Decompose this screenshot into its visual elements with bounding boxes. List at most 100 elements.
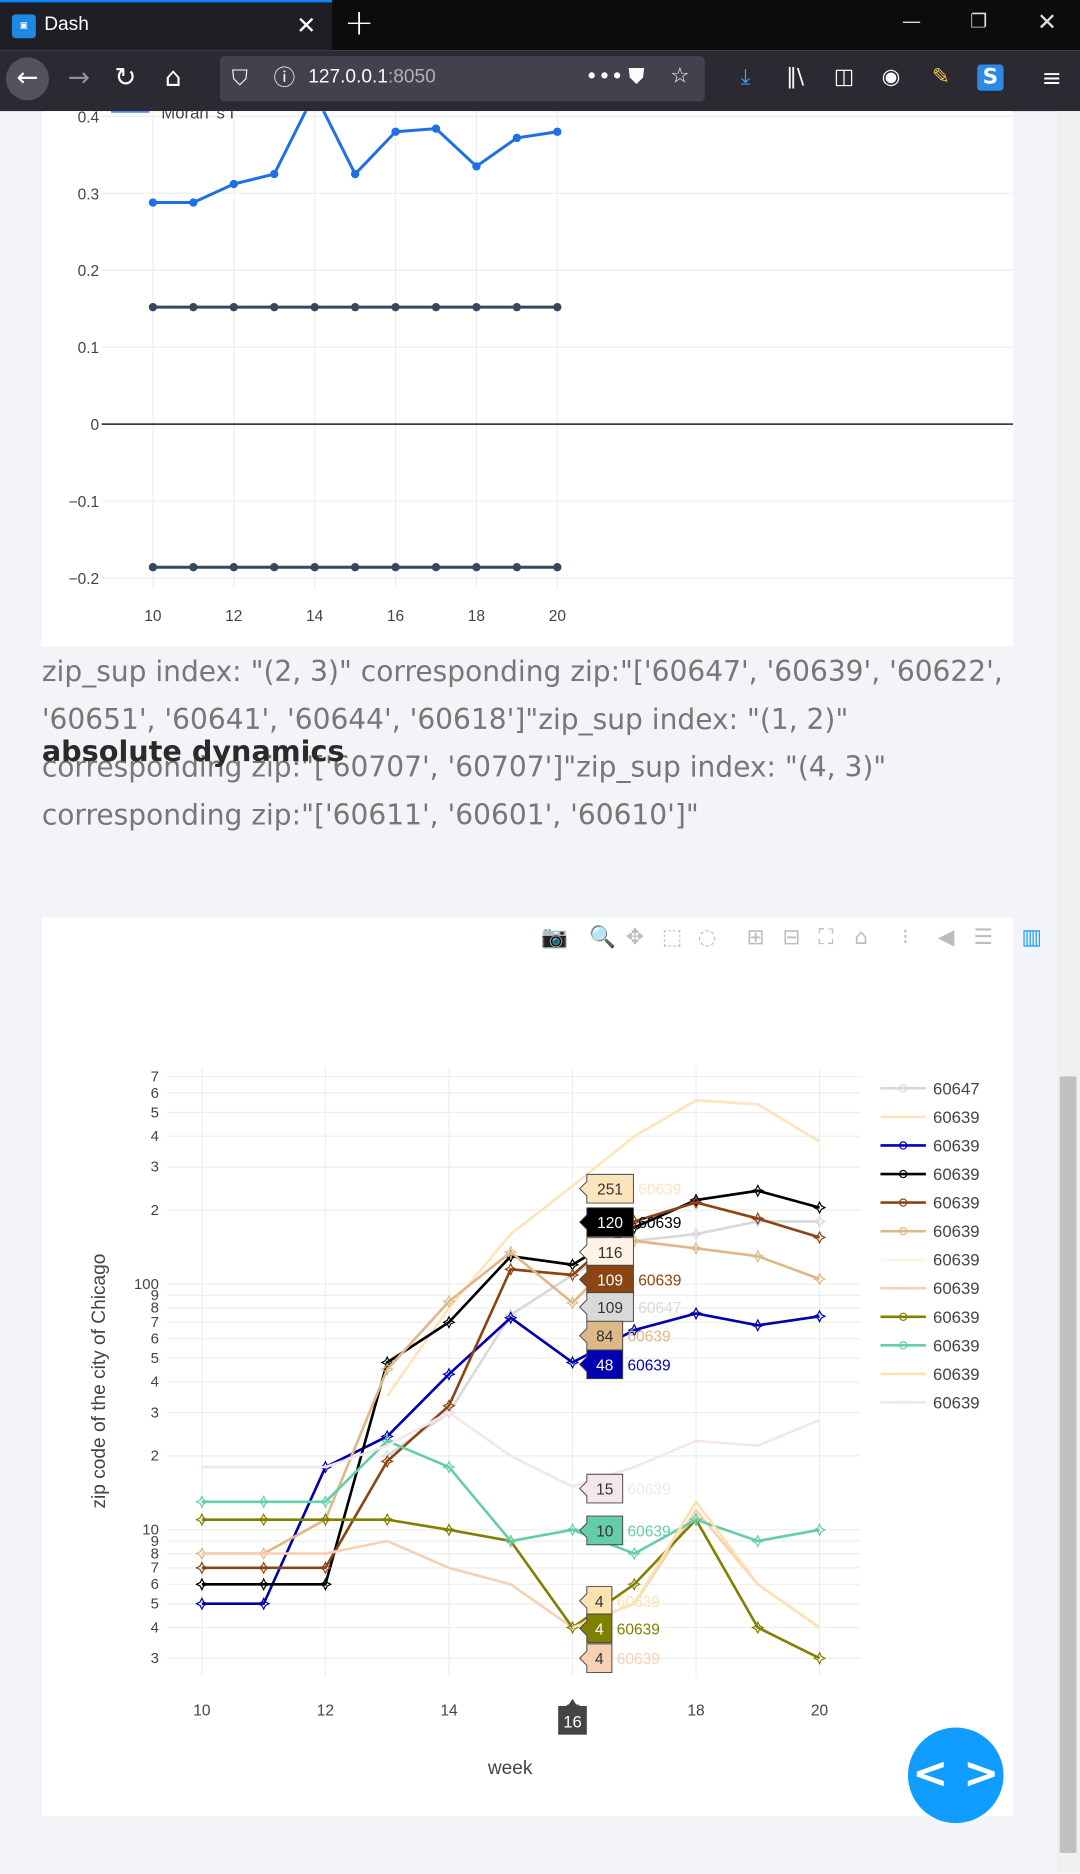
close-tab-icon[interactable]: ✕	[296, 12, 316, 38]
camera-icon[interactable]: 📷	[541, 925, 568, 951]
url-text: 127.0.0.1:8050	[308, 66, 436, 88]
y-tick-label: −0.2	[69, 571, 100, 588]
data-point	[148, 198, 158, 207]
y-tick-label: 2	[151, 1202, 159, 1219]
hover-label: 4 60639	[578, 1613, 660, 1644]
spike-lines-icon[interactable]: ⁝	[902, 925, 909, 951]
zoom-icon[interactable]: 🔍	[589, 925, 616, 951]
data-point	[350, 302, 360, 312]
legend-label: 60639	[933, 1251, 980, 1270]
scroll-thumb[interactable]	[1059, 1076, 1077, 1853]
url-bar[interactable]: ⛉ ⓘ 127.0.0.1:8050 ••• ⛊ ☆	[219, 56, 705, 102]
plotly-logo-icon[interactable]: ▥	[1021, 925, 1041, 951]
hover-label-value: 15	[596, 1482, 613, 1499]
library-icon[interactable]: ‖\	[786, 65, 804, 91]
y-tick-label: 4	[151, 1128, 159, 1145]
series-line	[152, 111, 558, 205]
box-select-icon[interactable]: ⬚	[662, 925, 682, 951]
data-point	[148, 302, 158, 312]
reset-axes-icon[interactable]: ⌂	[854, 925, 868, 951]
y-tick-label: 10	[142, 1522, 159, 1539]
downloads-icon[interactable]: ⤓	[741, 65, 751, 91]
legend-label: Moran' s I	[161, 111, 234, 122]
y-tick-label: 0.3	[78, 186, 100, 203]
tab-title: Dash	[44, 14, 89, 35]
y-tick-label: 100	[134, 1276, 159, 1293]
y-tick-label: 0.2	[78, 263, 100, 280]
data-point	[553, 127, 562, 136]
close-window-icon[interactable]: ✕	[1037, 7, 1057, 36]
shield-icon[interactable]: ⛉	[232, 66, 248, 92]
hover-label-value: 251	[597, 1182, 623, 1199]
y-tick-label: 6	[151, 1330, 159, 1347]
data-point	[350, 563, 360, 572]
page-actions-icon[interactable]: •••	[585, 65, 623, 91]
back-icon[interactable]: ←	[5, 57, 49, 101]
legend-label: 60639	[933, 1336, 980, 1355]
dash-favicon-icon: ▣	[11, 14, 36, 39]
hover-label-name: 60639	[627, 1329, 670, 1346]
hover-label-value: 109	[597, 1300, 623, 1317]
home-icon[interactable]: ⌂	[152, 57, 195, 100]
legend-label: 60639	[933, 1165, 980, 1184]
x-tick-label: 20	[549, 608, 567, 625]
data-point	[472, 563, 481, 572]
hover-label-name: 60639	[638, 1215, 681, 1232]
hover-compare-icon[interactable]: ☰	[974, 925, 993, 951]
x-tick-label: 10	[193, 1703, 211, 1720]
restore-icon[interactable]: ❐	[970, 10, 987, 33]
hover-label-value: 48	[596, 1357, 613, 1374]
moran-chart-card: 0.4 0.3 0.2 0.1 0 −0.1 −0.2 10 12 14 16 18 20 Moran' …	[41, 111, 1014, 647]
data-point	[310, 563, 319, 572]
data-point	[553, 563, 562, 572]
hover-label-name: 60639	[617, 1594, 660, 1611]
sidebar-icon[interactable]: ◫	[834, 65, 854, 91]
minimize-icon[interactable]: —	[902, 10, 921, 33]
data-point	[431, 302, 441, 312]
hover-label-value: 84	[596, 1329, 614, 1346]
data-point	[310, 302, 319, 312]
y-tick-label: 3	[151, 1650, 159, 1667]
data-point	[229, 302, 238, 312]
lasso-icon[interactable]: ◌	[698, 925, 717, 951]
hover-label-value: 120	[597, 1215, 623, 1232]
y-tick-label: 7	[151, 1068, 159, 1085]
scrollbar[interactable]	[1057, 111, 1080, 1874]
data-point	[270, 302, 279, 312]
zoom-in-icon[interactable]: ⊞	[747, 925, 765, 951]
account-icon[interactable]: ◉	[882, 65, 901, 91]
extension-icon[interactable]: ✎	[932, 65, 950, 91]
hover-label-value: 10	[596, 1523, 614, 1540]
x-tick-label: 18	[468, 608, 485, 625]
data-point	[391, 302, 400, 312]
zoom-out-icon[interactable]: ⊟	[783, 925, 801, 951]
hover-label-name: 60647	[638, 1300, 681, 1317]
hover-closest-icon[interactable]: ◀	[938, 925, 955, 951]
menu-icon[interactable]: ≡	[1042, 65, 1062, 91]
data-point	[512, 133, 522, 143]
reload-icon[interactable]: ↻	[104, 57, 147, 100]
bookmark-star-icon[interactable]: ☆	[670, 63, 689, 89]
legend-label: 60647	[933, 1079, 980, 1098]
hover-label-name: 60639	[627, 1357, 670, 1374]
x-tick-label: 10	[144, 608, 162, 625]
info-icon[interactable]: ⓘ	[274, 66, 296, 92]
pocket-icon[interactable]: ⛊	[628, 65, 644, 91]
tab-dash[interactable]: ▣ Dash ✕	[0, 0, 333, 51]
forward-icon[interactable]: →	[57, 57, 100, 100]
new-tab-icon[interactable]: +	[344, 4, 374, 43]
hover-label-name: 60639	[627, 1482, 670, 1499]
y-tick-label: 5	[151, 1596, 159, 1613]
y-tick-label: 5	[151, 1104, 159, 1121]
y-tick-label: −0.1	[69, 494, 100, 511]
hover-label: 116	[578, 1237, 634, 1267]
dev-tools-button[interactable]: < >	[907, 1727, 1004, 1824]
dynamics-chart[interactable]: 34567891023456789100234567101214161820we…	[42, 918, 1013, 1816]
nav-bar: ← → ↻ ⌂ ⛉ ⓘ 127.0.0.1:8050 ••• ⛊ ☆ ⤓ ‖\ …	[0, 50, 1080, 112]
moran-chart[interactable]: 0.4 0.3 0.2 0.1 0 −0.1 −0.2 10 12 14 16 18 20 Moran' …	[42, 111, 1014, 646]
y-tick-label: 5	[151, 1350, 159, 1367]
y-tick-label: 0.1	[78, 340, 100, 357]
extension-s-icon[interactable]: S	[977, 64, 1004, 91]
autoscale-icon[interactable]: ⛶	[818, 925, 833, 951]
pan-icon[interactable]: ✥	[626, 925, 644, 951]
